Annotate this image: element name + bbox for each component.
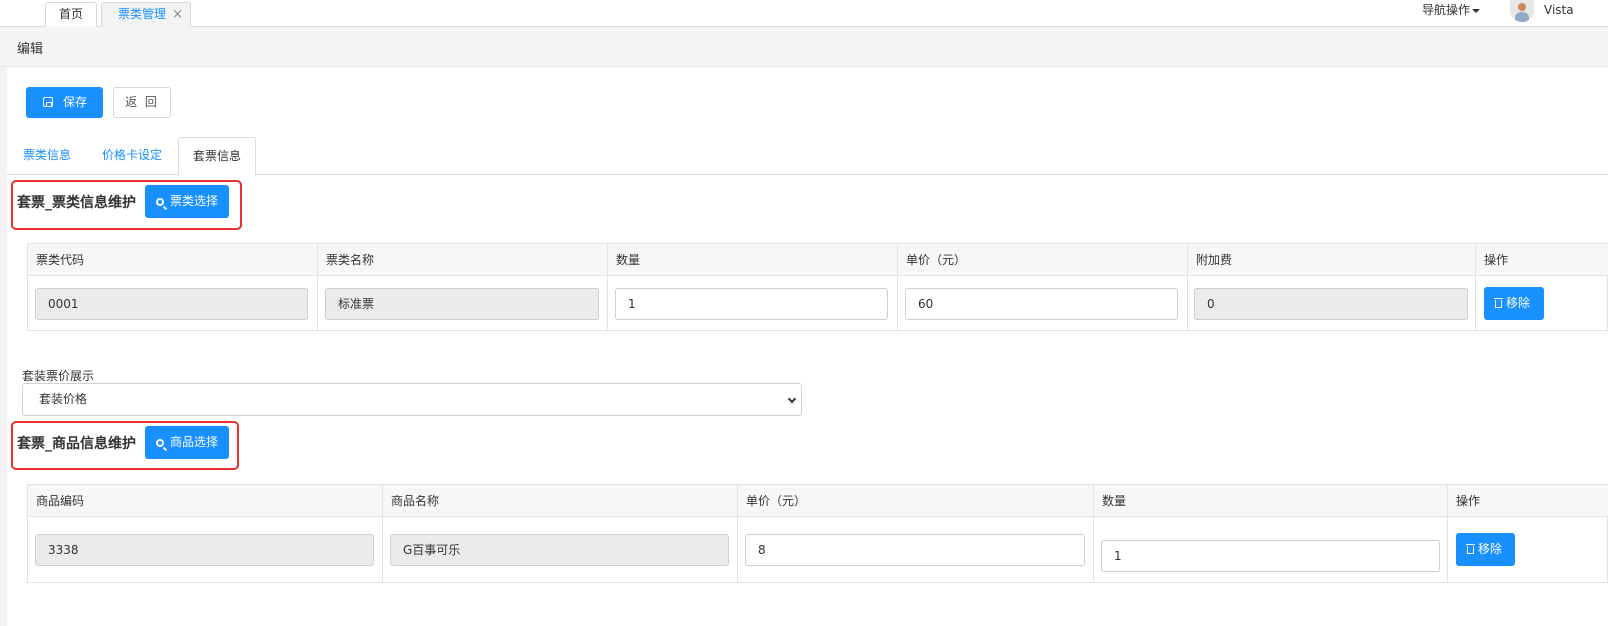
ticket-name-field[interactable]: 标准票 xyxy=(325,288,599,320)
col-goods-code: 商品编码 xyxy=(28,485,383,517)
col-action: 操作 xyxy=(1484,253,1509,267)
ticket-table-header: 票类代码 票类名称 数量 单价（元） 附加费 操作 xyxy=(28,244,1608,276)
ticket-surcharge-field[interactable]: 0 xyxy=(1194,288,1468,320)
goods-section-title: 套票_商品信息维护 xyxy=(17,436,136,452)
table-row-divider xyxy=(1475,276,1476,331)
col-ticket-code: 票类代码 xyxy=(28,244,318,276)
tab-ticket-management-label: 票类管理 xyxy=(118,7,167,21)
nav-operations-label: 导航操作 xyxy=(1422,3,1471,17)
ticket-section-title: 套票_票类信息维护 xyxy=(17,195,136,211)
search-icon xyxy=(156,198,164,206)
ticket-quantity-field[interactable]: 1 xyxy=(615,288,888,320)
close-icon[interactable]: × xyxy=(172,3,183,26)
table-row-divider xyxy=(382,517,383,583)
chevron-down-icon xyxy=(787,394,797,404)
top-bar: 首页 票类管理 × 导航操作 Vista xyxy=(0,0,1608,27)
ticket-remove-button[interactable]: 移除 xyxy=(1484,287,1544,320)
caret-down-icon xyxy=(1472,8,1481,13)
table-row-divider xyxy=(897,276,898,331)
ticket-select-label: 票类选择 xyxy=(170,194,219,208)
ticket-select-button[interactable]: 票类选择 xyxy=(145,185,229,218)
col-goods-quantity: 数量 xyxy=(1094,485,1448,517)
goods-quantity-field[interactable]: 1 xyxy=(1101,540,1440,572)
col-ticket-name: 票类名称 xyxy=(318,244,608,276)
tab-ticket-management[interactable]: 票类管理 × xyxy=(101,2,191,27)
col-goods-action: 操作 xyxy=(1456,494,1481,508)
goods-table: 商品编码 商品名称 单价（元） 数量 操作 3338 G百事可乐 8 1 移除 xyxy=(27,484,1608,583)
tab-price-card[interactable]: 价格卡设定 xyxy=(102,137,162,175)
avatar-head xyxy=(1518,3,1526,11)
goods-select-label: 商品选择 xyxy=(170,435,219,449)
col-quantity: 数量 xyxy=(608,244,898,276)
price-display-select[interactable]: 套装价格 xyxy=(22,383,802,416)
table-row-divider xyxy=(737,517,738,583)
tab-ticket-info[interactable]: 票类信息 xyxy=(23,137,71,175)
back-button[interactable]: 返 回 xyxy=(113,87,171,118)
table-row-divider xyxy=(317,276,318,331)
ticket-code-field[interactable]: 0001 xyxy=(35,288,308,320)
goods-table-header: 商品编码 商品名称 单价（元） 数量 操作 xyxy=(28,485,1608,517)
goods-select-button[interactable]: 商品选择 xyxy=(145,426,229,459)
trash-icon xyxy=(1494,298,1503,308)
col-unit-price: 单价（元） xyxy=(898,244,1188,276)
col-surcharge: 附加费 xyxy=(1188,244,1476,276)
avatar[interactable] xyxy=(1510,0,1534,22)
page-title: 编辑 xyxy=(17,42,44,57)
tab-home[interactable]: 首页 xyxy=(45,2,97,27)
ticket-price-field[interactable]: 60 xyxy=(905,288,1178,320)
save-button[interactable]: 保存 xyxy=(26,87,103,118)
nav-operations-dropdown[interactable]: 导航操作 xyxy=(1422,0,1481,20)
left-gutter xyxy=(0,67,7,626)
avatar-body xyxy=(1515,12,1529,22)
tab-package-info[interactable]: 套票信息 xyxy=(178,137,256,176)
table-row-divider xyxy=(1447,517,1448,583)
col-goods-name: 商品名称 xyxy=(383,485,738,517)
sub-tabs: 票类信息 价格卡设定 套票信息 xyxy=(7,137,1608,176)
page-header: 编辑 xyxy=(0,27,1608,67)
table-row-divider xyxy=(607,276,608,331)
username[interactable]: Vista xyxy=(1544,0,1574,20)
goods-name-field[interactable]: G百事可乐 xyxy=(390,534,729,566)
ticket-table: 票类代码 票类名称 数量 单价（元） 附加费 操作 0001 标准票 1 60 … xyxy=(27,243,1608,331)
ticket-remove-label: 移除 xyxy=(1506,296,1531,310)
price-display-value: 套装价格 xyxy=(39,392,88,406)
display-label: 套装票价展示 xyxy=(22,369,95,383)
goods-price-field[interactable]: 8 xyxy=(745,534,1085,566)
goods-code-field[interactable]: 3338 xyxy=(35,534,374,566)
table-row-divider xyxy=(1093,517,1094,583)
goods-remove-button[interactable]: 移除 xyxy=(1456,533,1515,566)
trash-icon xyxy=(1466,544,1475,554)
table-row-divider xyxy=(1187,276,1188,331)
goods-remove-label: 移除 xyxy=(1478,542,1503,556)
save-label: 保存 xyxy=(63,95,88,109)
save-icon xyxy=(43,97,53,107)
col-goods-price: 单价（元） xyxy=(738,485,1094,517)
search-icon xyxy=(156,439,164,447)
